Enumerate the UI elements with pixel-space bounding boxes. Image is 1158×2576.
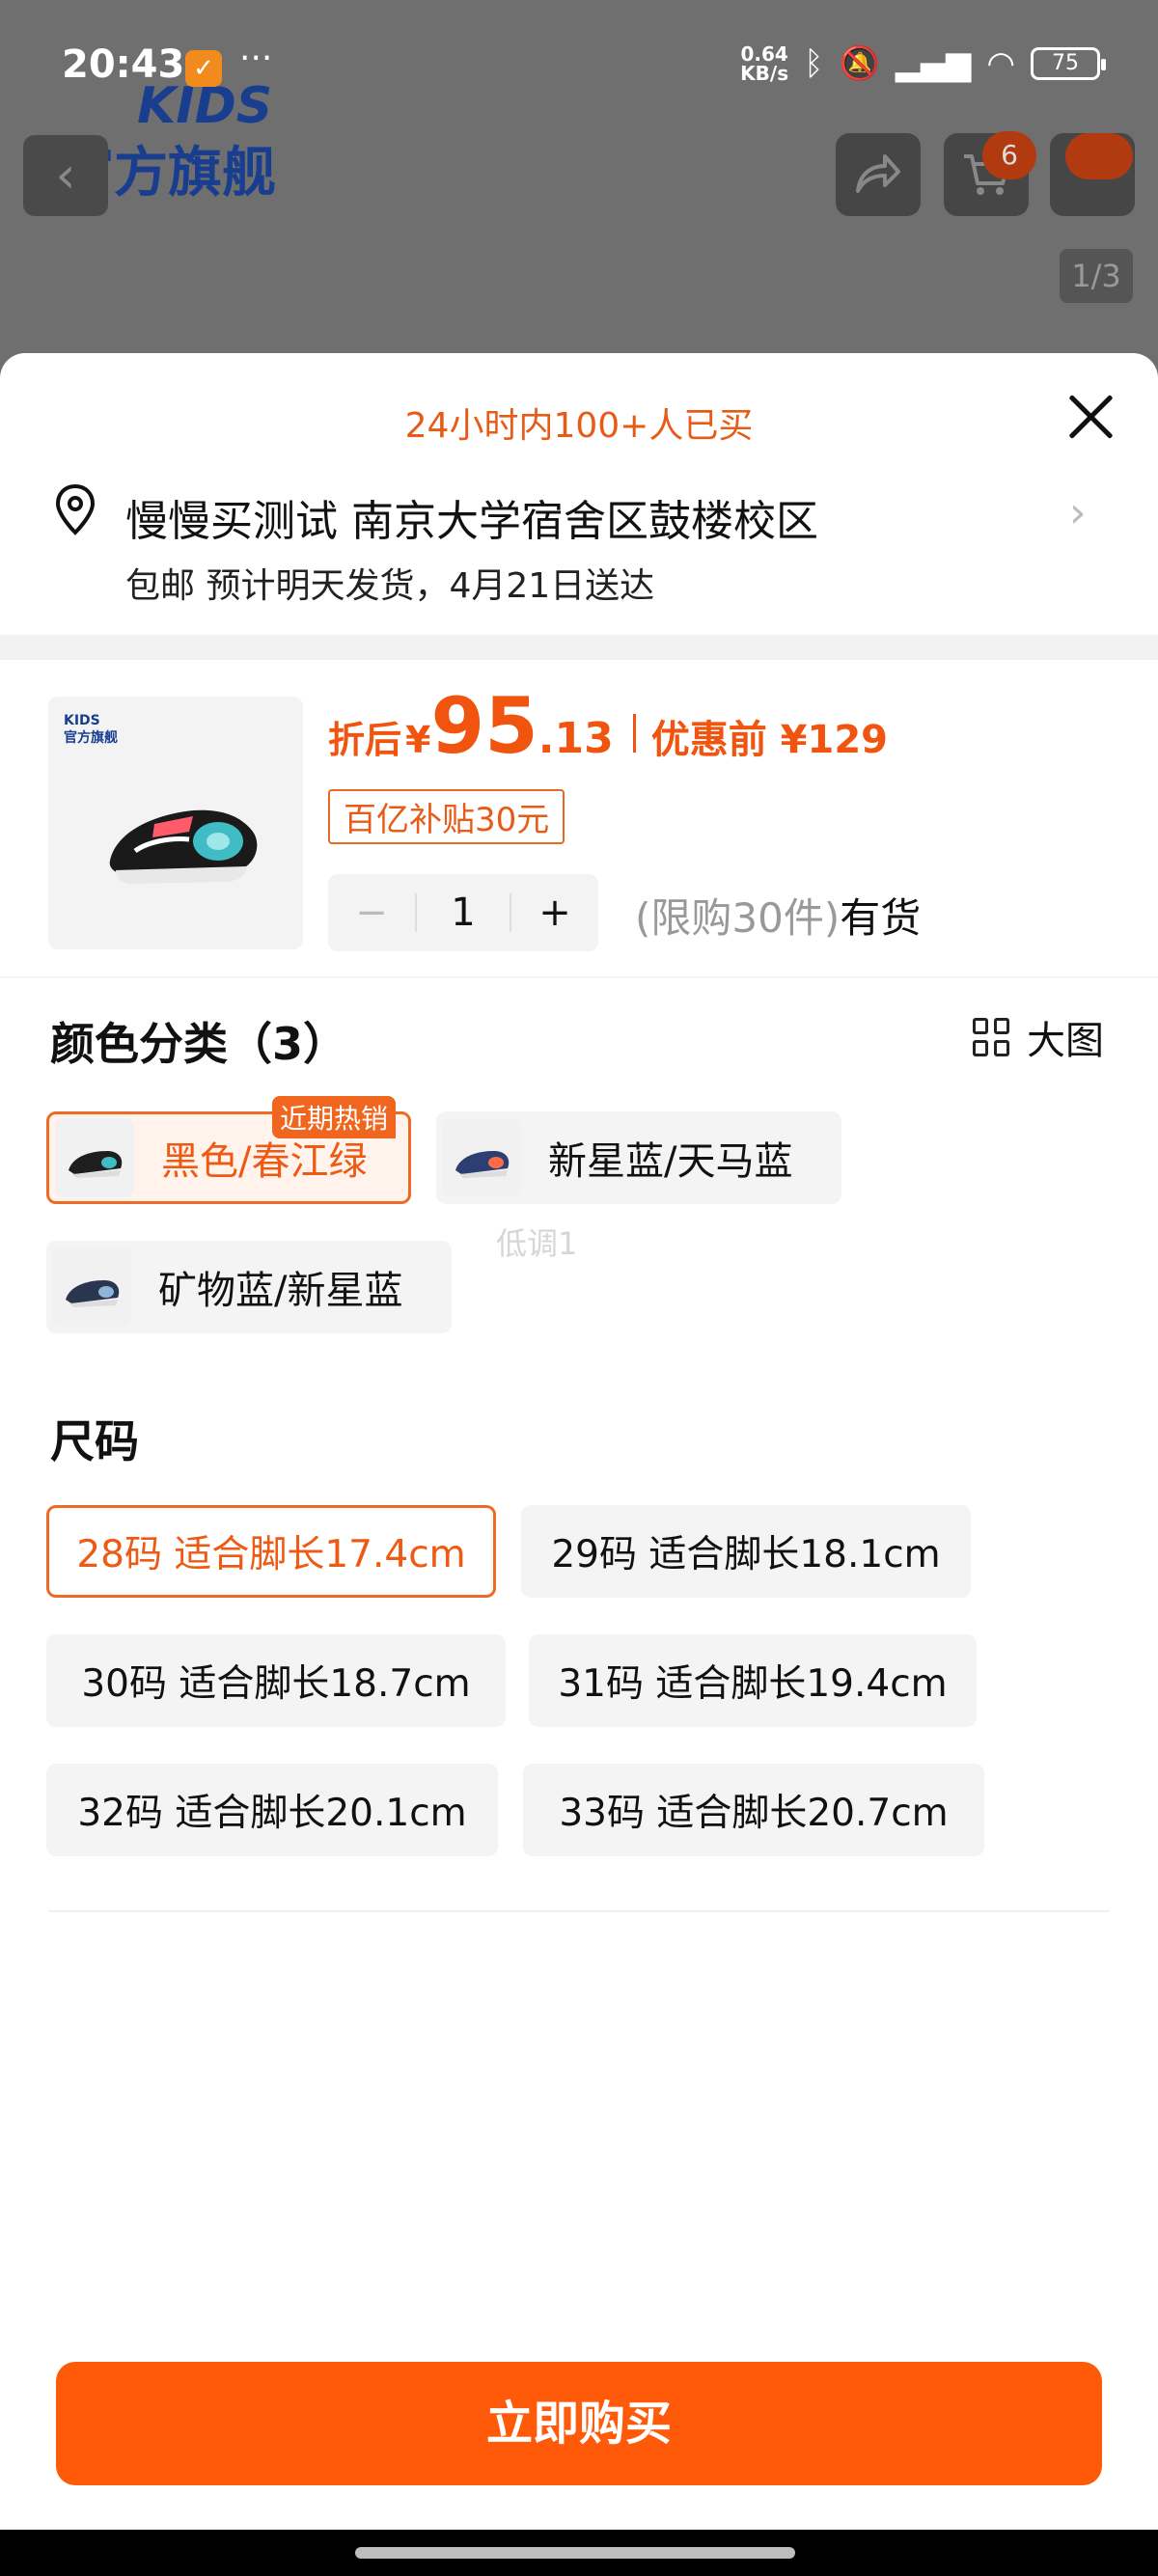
status-time: 20:43 xyxy=(62,42,185,87)
hot-sale-tag: 近期热销 xyxy=(272,1096,397,1138)
big-image-label: 大图 xyxy=(1027,1019,1104,1063)
color-thumb-image xyxy=(442,1118,521,1197)
color-thumb-image xyxy=(55,1118,134,1197)
image-pager: 1/3 xyxy=(1060,249,1133,303)
delivery-estimate: 包邮 预计明天发货，4月21日送达 xyxy=(125,566,655,606)
color-option-label: 新星蓝/天马蓝 xyxy=(548,1139,793,1184)
close-icon[interactable] xyxy=(1062,388,1119,446)
price-drop-hint: 低调1 xyxy=(496,1225,578,1262)
subsidy-tag: 百亿补贴30元 xyxy=(328,789,565,844)
section-divider xyxy=(0,635,1158,660)
size-option-29[interactable]: 29码 适合脚长18.1cm xyxy=(521,1505,971,1598)
chevron-left-icon: ‹ xyxy=(55,147,76,205)
chevron-right-icon[interactable]: › xyxy=(1069,488,1087,537)
decrease-button[interactable]: − xyxy=(328,891,415,935)
share-icon xyxy=(856,154,900,193)
size-option-32[interactable]: 32码 适合脚长20.1cm xyxy=(46,1764,498,1856)
size-option-30[interactable]: 30码 适合脚长18.7cm xyxy=(46,1634,506,1727)
size-option-28[interactable]: 28码 适合脚长17.4cm xyxy=(46,1505,496,1598)
sales-hint: 24小时内100+人已买 xyxy=(404,406,754,446)
price-decimal: .13 xyxy=(538,714,614,763)
cart-count-badge: 6 xyxy=(982,131,1036,179)
address-recipient[interactable]: 慢慢买测试 南京大学宿舍区鼓楼校区 xyxy=(125,486,818,548)
network-speed-value: 0.64 xyxy=(740,42,788,66)
network-speed: 0.64 KB/s xyxy=(740,44,788,83)
stock-info: (限购30件)有货 xyxy=(635,886,921,945)
grid-icon xyxy=(973,1018,1011,1056)
purchase-limit: (限购30件) xyxy=(635,894,841,942)
message-badge xyxy=(1065,133,1133,179)
sku-selection-sheet: 24小时内100+人已买 慢慢买测试 南京大学宿舍区鼓楼校区 包邮 预计明天发货… xyxy=(0,353,1158,2530)
wifi-icon: ◠ xyxy=(986,44,1015,83)
signal-icon: ▂▄▆ xyxy=(895,44,972,83)
bluetooth-icon: ᛒ xyxy=(804,44,824,83)
quantity-value[interactable]: 1 xyxy=(415,893,511,932)
price-label: 折后 xyxy=(328,719,402,761)
price-integer: 95 xyxy=(430,681,538,771)
increase-button[interactable]: + xyxy=(511,891,598,935)
price-currency: ¥ xyxy=(405,719,431,761)
big-image-button[interactable]: 大图 xyxy=(973,1009,1104,1065)
muted-bell-icon: 🔕 xyxy=(839,44,880,83)
divider xyxy=(0,976,1158,978)
quantity-stepper: − 1 + xyxy=(328,874,598,951)
divider xyxy=(48,1910,1110,1912)
price-separator xyxy=(632,714,636,753)
battery-icon: 75 xyxy=(1031,47,1106,80)
size-option-33[interactable]: 33码 适合脚长20.7cm xyxy=(523,1764,984,1856)
back-button[interactable]: ‹ xyxy=(23,135,108,216)
stock-status: 有货 xyxy=(840,894,922,942)
status-bar: 20:43 ✓ ··· 0.64 KB/s ᛒ 🔕 ▂▄▆ ◠ 75 xyxy=(0,0,1158,135)
color-option-label: 矿物蓝/新星蓝 xyxy=(158,1269,403,1313)
color-option-1[interactable]: 新星蓝/天马蓝 xyxy=(436,1111,841,1204)
color-thumb-image xyxy=(52,1247,131,1327)
home-indicator[interactable] xyxy=(355,2547,795,2559)
size-option-31[interactable]: 31码 适合脚长19.4cm xyxy=(529,1634,977,1727)
product-thumbnail[interactable]: KIDS 官方旗舰 xyxy=(48,697,303,949)
sandal-image xyxy=(109,809,258,884)
location-pin-icon xyxy=(55,483,96,535)
notification-app-icon: ✓ xyxy=(185,50,222,87)
color-option-2[interactable]: 矿物蓝/新星蓝 xyxy=(46,1241,452,1333)
status-more-icon: ··· xyxy=(239,39,273,78)
buy-now-button[interactable]: 立即购买 xyxy=(56,2362,1102,2485)
network-speed-unit: KB/s xyxy=(740,62,789,85)
original-price: 优惠前 ¥129 xyxy=(650,718,889,762)
price-row: 折后 ¥ 95 .13 优惠前 ¥129 xyxy=(328,681,888,771)
share-button[interactable] xyxy=(836,133,921,216)
status-indicators: 0.64 KB/s ᛒ 🔕 ▂▄▆ ◠ 75 xyxy=(740,44,1106,83)
color-section-title: 颜色分类（3） xyxy=(50,1018,348,1070)
size-section-title: 尺码 xyxy=(50,1415,139,1467)
